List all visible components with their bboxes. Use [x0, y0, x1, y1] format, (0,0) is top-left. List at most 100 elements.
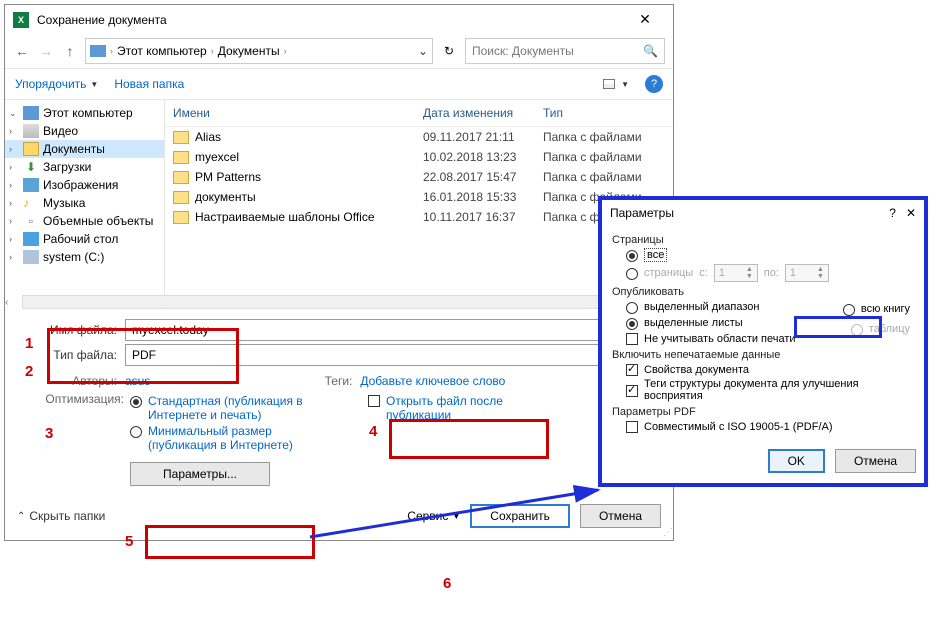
- folder-icon: [173, 131, 189, 144]
- section-publish: Опубликовать: [612, 286, 914, 298]
- checkbox-icon: [626, 421, 638, 433]
- section-nonprint: Включить непечатаемые данные: [612, 349, 914, 361]
- checkbox-icon: [626, 333, 638, 345]
- optimize-label: Оптимизация:: [45, 392, 130, 486]
- doc-struct-checkbox[interactable]: Теги структуры документа для улучшения в…: [626, 378, 914, 402]
- up-button[interactable]: ↑: [61, 43, 79, 59]
- radio-icon: [130, 396, 142, 408]
- column-headers[interactable]: Имени Дата изменения Тип: [165, 100, 673, 127]
- tags-label: Теги:: [320, 374, 360, 388]
- checkbox-icon: [626, 385, 638, 397]
- opt-minimal-radio[interactable]: Минимальный размер (публикация в Интерне…: [130, 424, 328, 452]
- filetype-label: Тип файла:: [45, 348, 125, 362]
- tree-video[interactable]: ›Видео: [5, 122, 164, 140]
- pages-all-radio[interactable]: все: [626, 248, 914, 262]
- tree-downloads[interactable]: ›⬇Загрузки: [5, 158, 164, 176]
- opt-standard-radio[interactable]: Стандартная (публикация в Интернете и пе…: [130, 394, 328, 422]
- folder-icon: [173, 151, 189, 164]
- chevron-icon: ›: [211, 46, 214, 56]
- toolbar: Упорядочить ▼ Новая папка ▼ ?: [5, 69, 673, 100]
- page-from-spinner[interactable]: 1▲▼: [714, 264, 758, 282]
- filename-label: Имя файла:: [45, 323, 125, 337]
- search-placeholder: Поиск: Документы: [472, 44, 574, 58]
- col-date[interactable]: Дата изменения: [423, 106, 543, 120]
- file-row[interactable]: myexcel10.02.2018 13:23Папка с файлами: [165, 147, 673, 167]
- crumb-folder[interactable]: Документы: [218, 44, 280, 58]
- titlebar: X Сохранение документа ✕: [5, 5, 673, 34]
- file-row[interactable]: документы16.01.2018 15:33Папка с файлами: [165, 187, 673, 207]
- hide-folders-toggle[interactable]: ⌃ Скрыть папки: [17, 509, 105, 523]
- radio-icon: [626, 250, 638, 262]
- chevron-icon: ›: [284, 46, 287, 56]
- doc-props-checkbox[interactable]: Свойства документа: [626, 363, 914, 376]
- refresh-button[interactable]: ↻: [439, 44, 459, 58]
- nav-tree: ⌄Этот компьютер ›Видео ›Документы ›⬇Загр…: [5, 100, 165, 310]
- tree-desktop[interactable]: ›Рабочий стол: [5, 230, 164, 248]
- pc-icon: [90, 45, 106, 57]
- tree-drive-c[interactable]: ›system (C:): [5, 248, 164, 266]
- close-button[interactable]: ✕: [625, 11, 665, 28]
- callout-2: 2: [25, 363, 33, 380]
- search-input[interactable]: Поиск: Документы 🔍: [465, 38, 665, 64]
- tree-music[interactable]: ›♪Музыка: [5, 194, 164, 212]
- pub-table-radio: таблицу: [851, 322, 910, 336]
- authors-value[interactable]: asus: [125, 374, 150, 388]
- save-dialog: X Сохранение документа ✕ ← → ↑ › Этот ко…: [4, 4, 674, 541]
- radio-icon: [626, 268, 638, 280]
- col-name[interactable]: Имени: [173, 106, 423, 120]
- options-titlebar: Параметры ? ✕: [602, 200, 924, 226]
- save-button[interactable]: Сохранить: [470, 504, 570, 528]
- chevron-icon: ›: [110, 46, 113, 56]
- new-folder-button[interactable]: Новая папка: [114, 77, 184, 91]
- cancel-button[interactable]: Отмена: [580, 504, 661, 528]
- view-menu[interactable]: ▼: [603, 79, 629, 89]
- tree-3d-objects[interactable]: ›▫Объемные объекты: [5, 212, 164, 230]
- pub-book-radio[interactable]: всю книгу: [843, 302, 910, 316]
- tree-pictures[interactable]: ›Изображения: [5, 176, 164, 194]
- crumb-root[interactable]: Этот компьютер: [117, 44, 207, 58]
- dialog-title: Сохранение документа: [37, 13, 625, 27]
- radio-icon: [851, 324, 863, 336]
- back-button[interactable]: ←: [13, 43, 31, 59]
- search-icon: 🔍: [643, 44, 658, 58]
- file-row[interactable]: PM Patterns22.08.2017 15:47Папка с файла…: [165, 167, 673, 187]
- authors-label: Авторы:: [45, 374, 125, 388]
- open-after-checkbox[interactable]: Открыть файл после публикации: [368, 394, 566, 422]
- service-menu[interactable]: Сервис▼: [407, 509, 460, 523]
- iso-checkbox[interactable]: Совместимый с ISO 19005-1 (PDF/A): [626, 420, 914, 433]
- tree-this-pc[interactable]: ⌄Этот компьютер: [5, 104, 164, 122]
- options-button[interactable]: Параметры...: [130, 462, 270, 486]
- radio-icon: [626, 318, 638, 330]
- chevron-down-icon: ▼: [90, 80, 98, 89]
- forward-button[interactable]: →: [37, 43, 55, 59]
- page-to-spinner[interactable]: 1▲▼: [785, 264, 829, 282]
- cancel-button[interactable]: Отмена: [835, 449, 916, 473]
- filetype-select[interactable]: PDF⌄: [125, 344, 615, 366]
- path-dropdown-icon[interactable]: ⌄: [418, 44, 428, 58]
- help-button[interactable]: ?: [645, 75, 663, 93]
- folder-icon: [173, 171, 189, 184]
- h-scrollbar[interactable]: ‹›: [5, 294, 673, 310]
- close-button[interactable]: ✕: [906, 206, 916, 220]
- pages-range-radio[interactable]: страницы с: 1▲▼ по: 1▲▼: [626, 264, 914, 282]
- radio-icon: [626, 302, 638, 314]
- section-pages: Страницы: [612, 234, 914, 246]
- form-area: Имя файла: myexcel.today⌄ Тип файла: PDF…: [5, 310, 673, 496]
- breadcrumb[interactable]: › Этот компьютер › Документы › ⌄: [85, 38, 433, 64]
- tree-documents[interactable]: ›Документы: [5, 140, 164, 158]
- radio-icon: [130, 426, 142, 438]
- file-row[interactable]: Alias09.11.2017 21:11Папка с файлами: [165, 127, 673, 147]
- col-type[interactable]: Тип: [543, 106, 665, 120]
- callout-6: 6: [443, 575, 451, 592]
- file-list: Имени Дата изменения Тип Alias09.11.2017…: [165, 100, 673, 310]
- navbar: ← → ↑ › Этот компьютер › Документы › ⌄ ↻…: [5, 34, 673, 69]
- dialog-footer: ⌃ Скрыть папки Сервис▼ Сохранить Отмена …: [5, 496, 673, 540]
- help-button[interactable]: ?: [889, 206, 896, 220]
- resize-grip-icon[interactable]: ⋰: [663, 527, 671, 538]
- filename-input[interactable]: myexcel.today⌄: [125, 319, 615, 341]
- ok-button[interactable]: OK: [768, 449, 825, 473]
- file-row[interactable]: Настраиваемые шаблоны Office10.11.2017 1…: [165, 207, 673, 227]
- tags-value[interactable]: Добавьте ключевое слово: [360, 374, 505, 388]
- checkbox-icon: [626, 364, 638, 376]
- organize-menu[interactable]: Упорядочить ▼: [15, 77, 98, 91]
